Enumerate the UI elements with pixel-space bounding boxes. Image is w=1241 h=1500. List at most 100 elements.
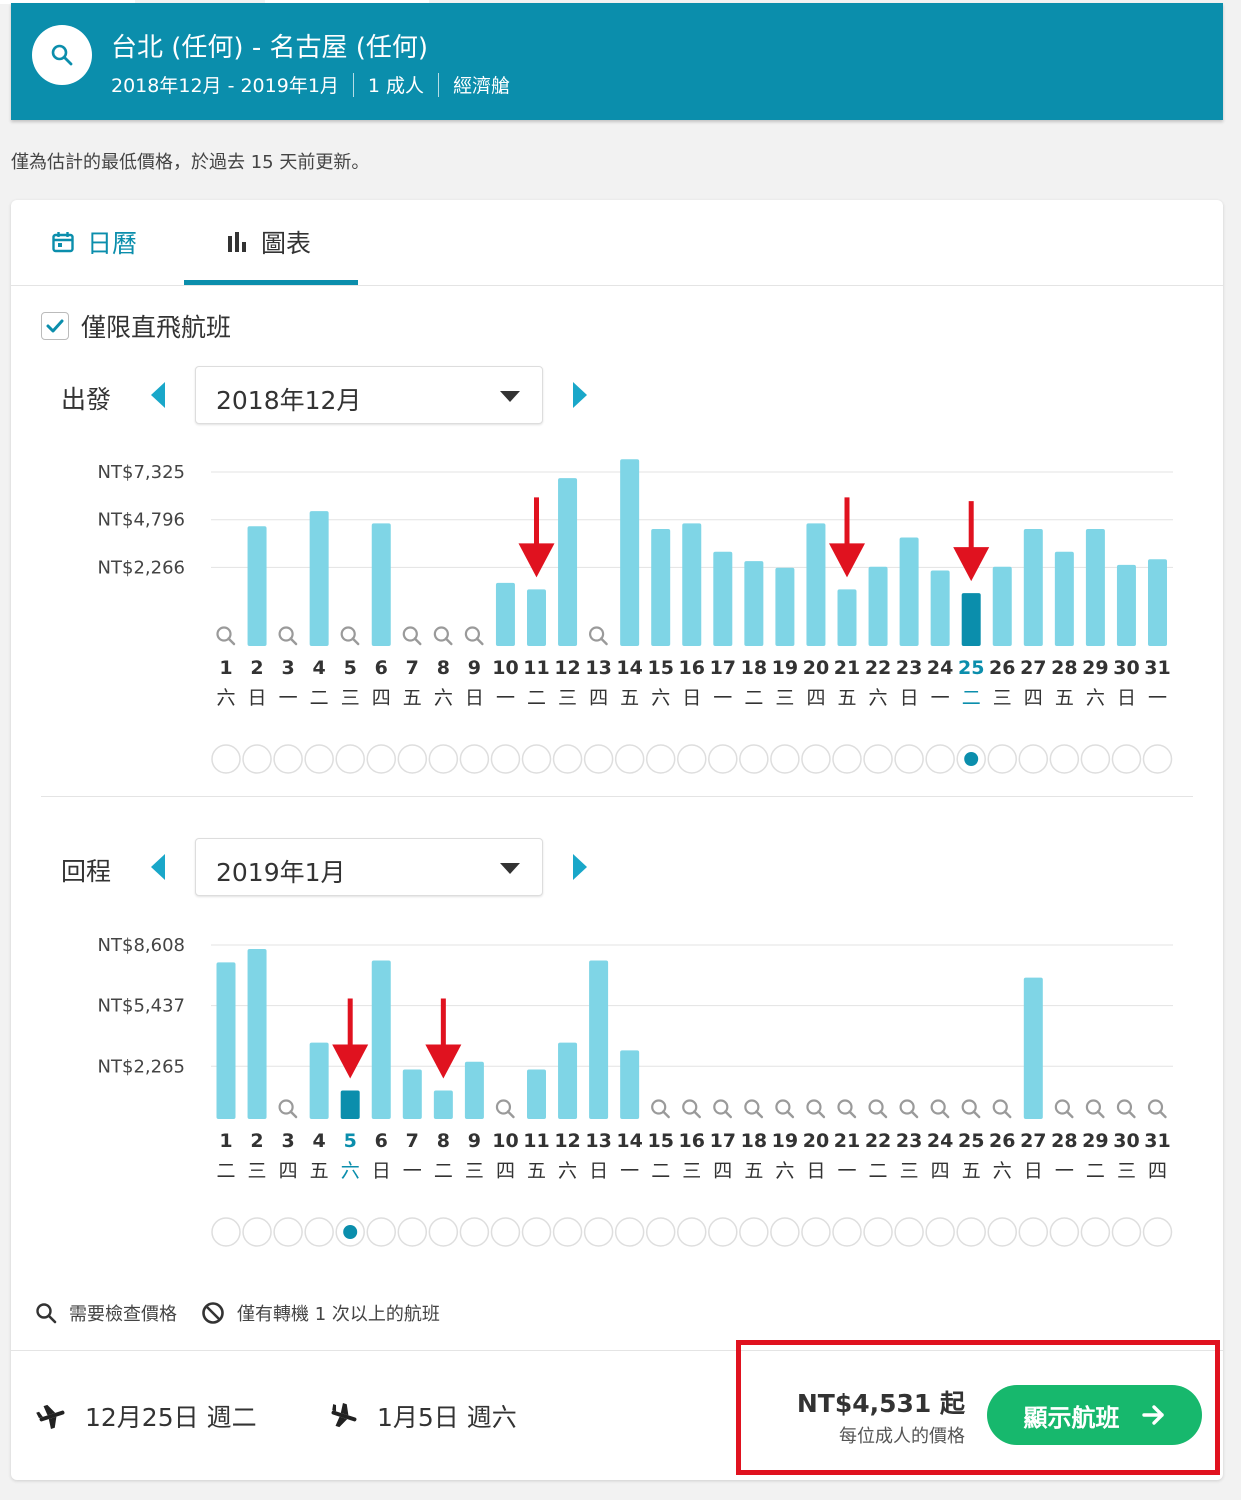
return-next-month-button[interactable] bbox=[569, 852, 589, 882]
day-radio[interactable] bbox=[956, 1217, 986, 1247]
day-radio[interactable] bbox=[273, 1217, 303, 1247]
check-price-icon[interactable] bbox=[682, 1099, 701, 1119]
day-radio[interactable] bbox=[894, 1217, 924, 1247]
selected-price-bar[interactable] bbox=[961, 593, 981, 646]
day-radio[interactable] bbox=[304, 1217, 334, 1247]
day-radio[interactable] bbox=[770, 744, 800, 774]
check-price-icon[interactable] bbox=[775, 1099, 795, 1119]
day-radio[interactable] bbox=[708, 1217, 738, 1247]
check-price-icon[interactable] bbox=[961, 1099, 981, 1119]
check-price-icon[interactable] bbox=[278, 626, 298, 646]
search-button[interactable] bbox=[32, 25, 92, 85]
check-price-icon[interactable] bbox=[992, 1099, 1012, 1119]
day-radio[interactable] bbox=[645, 1217, 676, 1247]
price-bar[interactable] bbox=[464, 1061, 484, 1119]
price-bar[interactable] bbox=[558, 478, 578, 646]
check-price-icon[interactable] bbox=[433, 626, 453, 646]
day-radio[interactable] bbox=[490, 744, 521, 774]
day-radio[interactable] bbox=[428, 1217, 459, 1247]
selected-price-bar[interactable] bbox=[340, 1090, 360, 1119]
check-price-icon[interactable] bbox=[1054, 1099, 1074, 1119]
day-radio[interactable] bbox=[739, 1217, 769, 1247]
price-bar[interactable] bbox=[806, 523, 826, 646]
day-radio[interactable] bbox=[521, 1217, 552, 1247]
tab-chart[interactable]: 圖表 bbox=[225, 220, 311, 264]
check-price-icon[interactable] bbox=[868, 1099, 888, 1119]
price-bar[interactable] bbox=[620, 459, 640, 646]
day-radio[interactable] bbox=[1111, 1217, 1142, 1247]
check-price-icon[interactable] bbox=[402, 626, 422, 646]
price-bar[interactable] bbox=[713, 551, 733, 646]
day-radio[interactable] bbox=[1142, 1217, 1173, 1247]
day-radio[interactable] bbox=[987, 744, 1017, 774]
check-price-icon[interactable] bbox=[1116, 1099, 1136, 1119]
price-bar[interactable] bbox=[371, 960, 391, 1119]
price-bar[interactable] bbox=[527, 1069, 546, 1119]
price-bar[interactable] bbox=[433, 1090, 453, 1119]
check-price-icon[interactable] bbox=[837, 1099, 857, 1119]
day-radio[interactable] bbox=[1018, 744, 1049, 774]
price-bar[interactable] bbox=[309, 511, 329, 646]
day-radio[interactable] bbox=[242, 744, 272, 774]
day-radio[interactable] bbox=[211, 1217, 241, 1247]
outbound-next-month-button[interactable] bbox=[569, 380, 589, 410]
day-radio[interactable] bbox=[739, 744, 769, 774]
day-radio[interactable] bbox=[801, 1217, 831, 1247]
check-price-icon[interactable] bbox=[1085, 1099, 1105, 1119]
day-radio[interactable] bbox=[863, 1217, 893, 1247]
day-radio[interactable] bbox=[832, 1217, 862, 1247]
day-radio[interactable] bbox=[770, 1217, 800, 1247]
day-radio[interactable] bbox=[1049, 744, 1080, 774]
price-bar[interactable] bbox=[1116, 564, 1136, 646]
price-bar[interactable] bbox=[247, 948, 267, 1119]
check-price-icon[interactable] bbox=[216, 626, 236, 646]
price-bar[interactable] bbox=[402, 1069, 422, 1119]
day-radio[interactable] bbox=[242, 1217, 272, 1247]
price-bar[interactable] bbox=[527, 589, 546, 646]
price-bar[interactable] bbox=[1085, 529, 1105, 646]
price-bar[interactable] bbox=[992, 566, 1012, 646]
day-radio[interactable] bbox=[614, 744, 645, 774]
price-bar[interactable] bbox=[1023, 529, 1043, 646]
price-bar[interactable] bbox=[309, 1042, 329, 1119]
price-bar[interactable] bbox=[651, 529, 671, 646]
day-radio[interactable] bbox=[894, 744, 924, 774]
check-price-icon[interactable] bbox=[464, 626, 484, 646]
day-radio[interactable] bbox=[459, 744, 490, 774]
price-bar[interactable] bbox=[247, 526, 267, 646]
day-radio[interactable] bbox=[304, 744, 334, 774]
day-radio[interactable] bbox=[1018, 1217, 1049, 1247]
price-bar[interactable] bbox=[837, 589, 857, 646]
day-radio[interactable] bbox=[397, 1217, 428, 1247]
day-radio[interactable] bbox=[1142, 744, 1173, 774]
check-price-icon[interactable] bbox=[744, 1099, 764, 1119]
day-radio[interactable] bbox=[801, 744, 831, 774]
day-radio[interactable] bbox=[211, 744, 241, 774]
day-radio[interactable] bbox=[397, 744, 428, 774]
day-radio[interactable] bbox=[335, 744, 365, 774]
day-radio[interactable] bbox=[521, 744, 552, 774]
day-radio[interactable] bbox=[987, 1217, 1017, 1247]
price-bar[interactable] bbox=[868, 566, 888, 646]
price-bar[interactable] bbox=[1054, 551, 1074, 646]
check-price-icon[interactable] bbox=[806, 1099, 826, 1119]
price-bar[interactable] bbox=[495, 582, 515, 646]
day-radio[interactable] bbox=[614, 1217, 645, 1247]
day-radio[interactable] bbox=[552, 744, 583, 774]
price-bar[interactable] bbox=[1148, 559, 1167, 646]
price-bar[interactable] bbox=[371, 523, 391, 646]
return-month-select[interactable]: 2019年1月 bbox=[195, 838, 543, 896]
price-bar[interactable] bbox=[558, 1042, 578, 1119]
check-price-icon[interactable] bbox=[588, 626, 608, 646]
day-radio[interactable] bbox=[366, 744, 396, 774]
check-price-icon[interactable] bbox=[713, 1099, 732, 1119]
price-bar[interactable] bbox=[682, 523, 702, 646]
price-bar[interactable] bbox=[899, 537, 919, 646]
return-prev-month-button[interactable] bbox=[149, 852, 169, 882]
price-bar[interactable] bbox=[620, 1050, 640, 1119]
price-bar[interactable] bbox=[930, 570, 950, 646]
check-price-icon[interactable] bbox=[930, 1099, 950, 1119]
day-radio[interactable] bbox=[832, 744, 862, 774]
direct-only-filter[interactable]: 僅限直飛航班 bbox=[41, 308, 231, 344]
day-radio[interactable] bbox=[583, 1217, 614, 1247]
